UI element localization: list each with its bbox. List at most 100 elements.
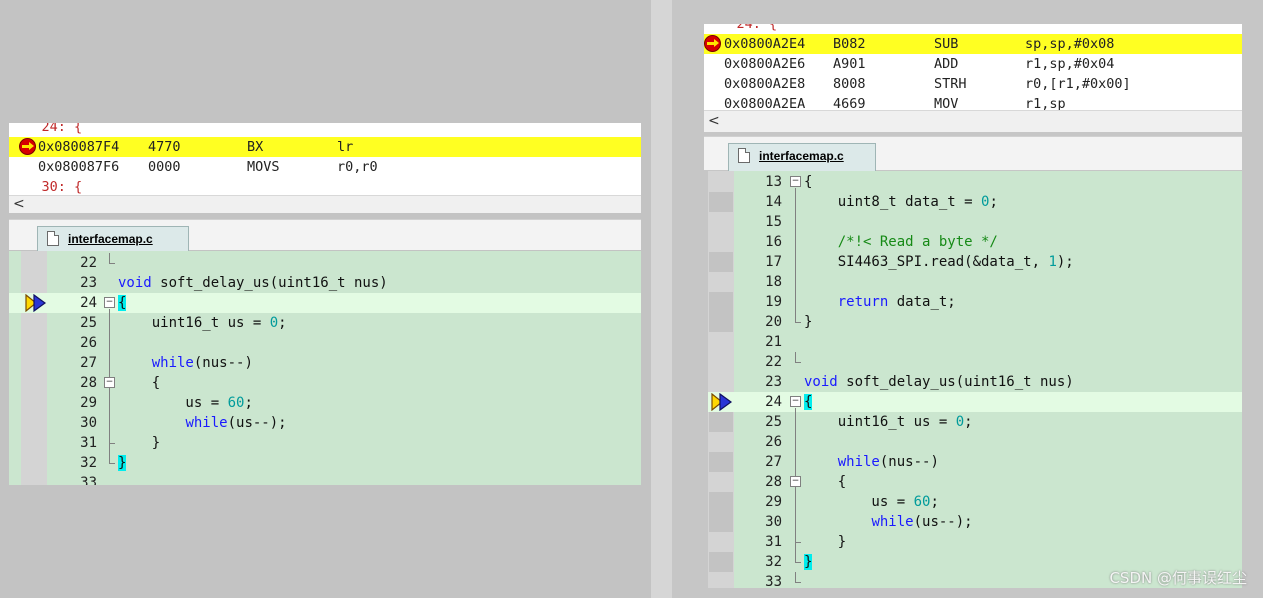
fold-toggle-icon[interactable]: − [104, 297, 115, 308]
instruction-address: 0x0800A2E6 [724, 56, 806, 72]
line-number: 33 [765, 574, 782, 590]
line-number: 32 [765, 554, 782, 570]
code-text: void soft_delay_us(uint16_t nus) [804, 372, 1074, 392]
tab-interfacemap-c[interactable]: interfacemap.c [37, 226, 189, 251]
line-number: 25 [765, 414, 782, 430]
tab-interfacemap-c[interactable]: interfacemap.c [728, 143, 876, 171]
code-line[interactable]: 30 while(us--); [708, 512, 1242, 532]
left-disassembly-scrollbar[interactable]: < [9, 195, 641, 213]
code-line[interactable]: 22 [9, 253, 641, 273]
instruction-opcode: 0000 [148, 159, 181, 175]
executable-line-marker [709, 292, 733, 312]
line-number: 21 [765, 334, 782, 350]
code-token: us = [118, 395, 228, 411]
code-line[interactable]: 22 [708, 352, 1242, 372]
current-instruction-row[interactable]: 0x080087F4 4770 BX lr [9, 137, 641, 157]
fold-toggle-icon[interactable]: − [790, 476, 801, 487]
code-text: } [804, 312, 812, 332]
code-text: { [118, 293, 127, 313]
code-text: while(us--); [804, 512, 972, 532]
instruction-operands: r0,[r1,#0x00] [1025, 76, 1131, 92]
code-line[interactable]: 30 while(us--); [9, 413, 641, 433]
line-number: 29 [80, 395, 97, 411]
tab-label: interfacemap.c [68, 232, 153, 246]
scroll-left-arrow-icon[interactable]: < [13, 196, 25, 212]
line-number: 15 [765, 214, 782, 230]
code-line[interactable]: 26 [9, 333, 641, 353]
code-line[interactable]: 31 } [708, 532, 1242, 552]
instruction-row[interactable]: 0x0800A2EA 4669 MOV r1,sp [704, 94, 1242, 110]
fold-toggle-icon[interactable]: − [104, 377, 115, 388]
code-line[interactable]: 23 void soft_delay_us(uint16_t nus) [9, 273, 641, 293]
scroll-left-arrow-icon[interactable]: < [708, 113, 720, 129]
right-code-editor[interactable]: 13 {14 uint8_t data_t = 0; 15 16 /*!< Read … [708, 171, 1242, 590]
line-number: 30 [80, 415, 97, 431]
keyword-token: while [185, 415, 228, 431]
code-line[interactable]: 17 SI4463_SPI.read(&data_t, 1); [708, 252, 1242, 272]
right-disassembly-scrollbar[interactable]: < [704, 110, 1242, 132]
code-token: (nus--) [193, 355, 253, 371]
current-code-line[interactable]: 24 { [708, 392, 1242, 412]
current-instruction-row[interactable]: 0x0800A2E4 B082 SUB sp,sp,#0x08 [704, 34, 1242, 54]
line-number: 22 [765, 354, 782, 370]
line-number: 23 [765, 374, 782, 390]
code-line[interactable]: 28 { [708, 472, 1242, 492]
right-disassembly-panel[interactable]: 24: {0x0800A2E4 B082 SUB sp,sp,#0x08 0x0800A… [704, 24, 1242, 110]
code-line[interactable]: 26 [708, 432, 1242, 452]
instruction-address: 0x0800A2EA [724, 96, 806, 110]
right-editor-tabbar: interfacemap.c [704, 136, 1242, 171]
line-number: 31 [80, 435, 97, 451]
left-disassembly-panel[interactable]: 24: {0x080087F4 4770 BX lr 0x080087F6 0000 MOV… [9, 123, 641, 195]
code-token: { [804, 174, 813, 190]
source-label-row[interactable]: 30: { [9, 177, 641, 195]
code-line[interactable]: 31 } [9, 433, 641, 453]
code-line[interactable]: 27 while(nus--) [708, 452, 1242, 472]
source-label-row[interactable]: 24: { [704, 24, 1242, 34]
code-line[interactable]: 33 [9, 473, 641, 485]
instruction-row[interactable]: 0x0800A2E6 A901 ADD r1,sp,#0x04 [704, 54, 1242, 74]
instruction-row[interactable]: 0x0800A2E8 8008 STRH r0,[r1,#0x00] [704, 74, 1242, 94]
code-token: soft_delay_us(uint16_t nus) [837, 374, 1074, 390]
executable-line-marker [709, 312, 733, 332]
code-line[interactable]: 21 [708, 332, 1242, 352]
code-line[interactable]: 27 while(nus--) [9, 353, 641, 373]
code-line[interactable]: 18 [708, 272, 1242, 292]
instruction-row[interactable]: 0x080087F6 0000 MOVS r0,r0 [9, 157, 641, 177]
fold-end-tick [109, 463, 115, 464]
fold-guide-line [109, 389, 110, 443]
instruction-address: 0x0800A2E8 [724, 76, 806, 92]
fold-guide-line [795, 488, 796, 542]
code-line[interactable]: 16 /*!< Read a byte */ [708, 232, 1242, 252]
code-line[interactable]: 25 uint16_t us = 0; [9, 313, 641, 333]
code-text: while(us--); [118, 413, 286, 433]
code-line[interactable]: 32} [9, 453, 641, 473]
fold-toggle-icon[interactable]: − [790, 176, 801, 187]
line-number: 22 [80, 255, 97, 271]
code-line[interactable]: 23 void soft_delay_us(uint16_t nus) [708, 372, 1242, 392]
code-line[interactable]: 29 us = 60; [9, 393, 641, 413]
fold-guide-line [795, 188, 796, 322]
code-line[interactable]: 25 uint16_t us = 0; [708, 412, 1242, 432]
debug-arrow-icon [25, 294, 47, 312]
code-text: } [118, 433, 160, 453]
fold-toggle-icon[interactable]: − [790, 396, 801, 407]
debug-arrow-icon [711, 393, 733, 411]
left-code-editor[interactable]: 22 23 void soft_delay_us(uint16_t nus) 24 {2… [9, 251, 641, 485]
code-token: ; [930, 494, 939, 510]
left-editor-tabbar: interfacemap.c [9, 219, 641, 251]
line-number: 26 [765, 434, 782, 450]
code-line[interactable]: 13 { [708, 172, 1242, 192]
code-line[interactable]: 15 [708, 212, 1242, 232]
source-label-row[interactable]: 24: { [9, 123, 641, 137]
code-line[interactable]: 20} [708, 312, 1242, 332]
code-token: data_t; [888, 294, 956, 310]
executable-line-marker [709, 412, 733, 432]
code-line[interactable]: 19 return data_t; [708, 292, 1242, 312]
code-token: ; [278, 315, 287, 331]
code-line[interactable]: 14 uint8_t data_t = 0; [708, 192, 1242, 212]
fold-end-tick [795, 542, 801, 543]
code-line[interactable]: 29 us = 60; [708, 492, 1242, 512]
code-text: SI4463_SPI.read(&data_t, 1); [804, 252, 1074, 272]
